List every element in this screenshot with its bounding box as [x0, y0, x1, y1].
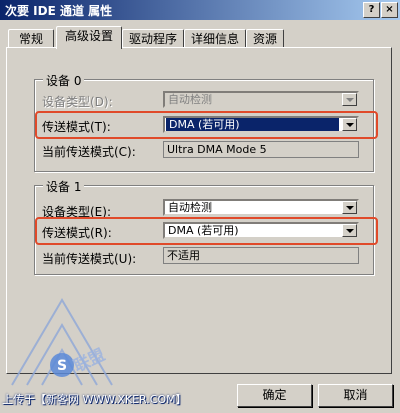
- device1-current-value: 不适用: [163, 247, 359, 264]
- tab-resources[interactable]: 资源: [246, 29, 284, 48]
- close-button[interactable]: ×: [381, 2, 398, 18]
- cancel-button[interactable]: 取消: [318, 384, 393, 407]
- chevron-down-icon[interactable]: [342, 224, 357, 237]
- device0-mode-select[interactable]: DMA (若可用): [163, 116, 359, 133]
- watermark-footer-text: 上传于【新客网 WWW.XKER.COM】: [2, 393, 187, 406]
- device1-mode-label: 传送模式(R):: [42, 226, 112, 240]
- ok-button[interactable]: 确定: [237, 384, 312, 407]
- tab-details[interactable]: 详细信息: [184, 29, 246, 48]
- device0-mode-value: DMA (若可用): [166, 118, 339, 131]
- device1-current-label: 当前传送模式(U):: [42, 252, 137, 266]
- watermark-logo-icon: S 联盟: [11, 298, 113, 386]
- tab-driver[interactable]: 驱动程序: [122, 29, 184, 48]
- tab-advanced[interactable]: 高级设置: [56, 26, 122, 49]
- chevron-down-icon: [342, 93, 357, 106]
- device0-type-label: 设备类型(D):: [42, 95, 113, 109]
- device1-mode-select[interactable]: DMA (若可用): [163, 222, 359, 239]
- device0-current-label: 当前传送模式(C):: [42, 145, 136, 159]
- title-bar: 次要 IDE 通道 属性 ? ×: [0, 0, 400, 20]
- svg-text:S: S: [57, 358, 67, 374]
- device1-mode-value: DMA (若可用): [168, 224, 239, 237]
- device0-mode-label: 传送模式(T):: [42, 120, 111, 134]
- device1-type-value: 自动检测: [168, 201, 212, 214]
- window-title: 次要 IDE 通道 属性: [5, 4, 113, 18]
- device1-type-select[interactable]: 自动检测: [163, 199, 359, 216]
- device1-group-label: 设备 1: [43, 178, 85, 195]
- chevron-down-icon[interactable]: [342, 118, 357, 131]
- device0-type-select: 自动检测: [163, 91, 359, 108]
- device0-current-value: Ultra DMA Mode 5: [163, 141, 359, 158]
- device0-type-value: 自动检测: [168, 93, 212, 106]
- tab-general[interactable]: 常规: [8, 29, 54, 48]
- device0-group-label: 设备 0: [43, 72, 85, 89]
- help-button[interactable]: ?: [363, 2, 380, 18]
- chevron-down-icon[interactable]: [342, 201, 357, 214]
